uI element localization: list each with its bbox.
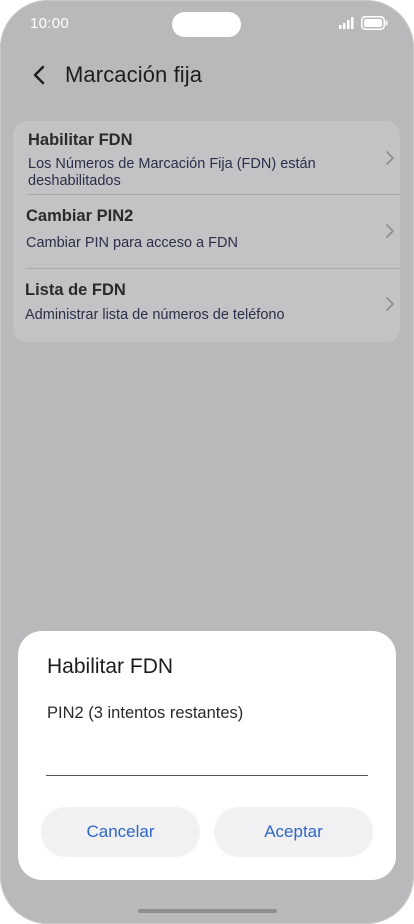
settings-card: Habilitar FDN Los Números de Marcación F… <box>13 121 400 342</box>
status-bar: 10:00 <box>0 0 414 50</box>
settings-item-title: Habilitar FDN <box>28 131 133 149</box>
pin2-field: PIN2 (3 intentos restantes) <box>46 703 368 777</box>
home-indicator[interactable] <box>138 909 277 913</box>
pin2-input[interactable] <box>46 729 368 776</box>
status-time: 10:00 <box>30 15 70 32</box>
dialog-title: Habilitar FDN <box>47 655 174 678</box>
phone-screen: 10:00 Marcación fija Habilitar FDN Los N… <box>0 0 414 924</box>
signal-icon <box>339 17 354 29</box>
battery-icon <box>361 16 388 30</box>
header: Marcación fija <box>0 56 414 96</box>
page-title: Marcación fija <box>65 62 203 87</box>
enable-fdn-dialog: Habilitar FDN PIN2 (3 intentos restantes… <box>18 631 396 880</box>
cancel-button[interactable]: Cancelar <box>41 807 200 857</box>
settings-item-title: Cambiar PIN2 <box>26 207 134 225</box>
settings-item-subtitle: Los Números de Marcación Fija (FDN) está… <box>28 156 316 189</box>
settings-item-change-pin2[interactable]: Cambiar PIN2 Cambiar PIN para acceso a F… <box>13 195 400 268</box>
settings-item-subtitle: Cambiar PIN para acceso a FDN <box>26 235 238 251</box>
back-icon[interactable] <box>30 64 50 86</box>
chevron-right-icon <box>386 297 394 311</box>
camera-notch <box>172 12 241 37</box>
settings-item-fdn-list[interactable]: Lista de FDN Administrar lista de número… <box>13 269 400 342</box>
settings-item-subtitle: Administrar lista de números de teléfono <box>25 307 285 323</box>
settings-item-enable-fdn[interactable]: Habilitar FDN Los Números de Marcación F… <box>13 121 400 194</box>
pin2-label: PIN2 (3 intentos restantes) <box>47 704 244 722</box>
chevron-right-icon <box>386 224 394 238</box>
chevron-right-icon <box>386 151 394 165</box>
accept-button[interactable]: Aceptar <box>214 807 373 857</box>
settings-item-title: Lista de FDN <box>25 281 126 299</box>
